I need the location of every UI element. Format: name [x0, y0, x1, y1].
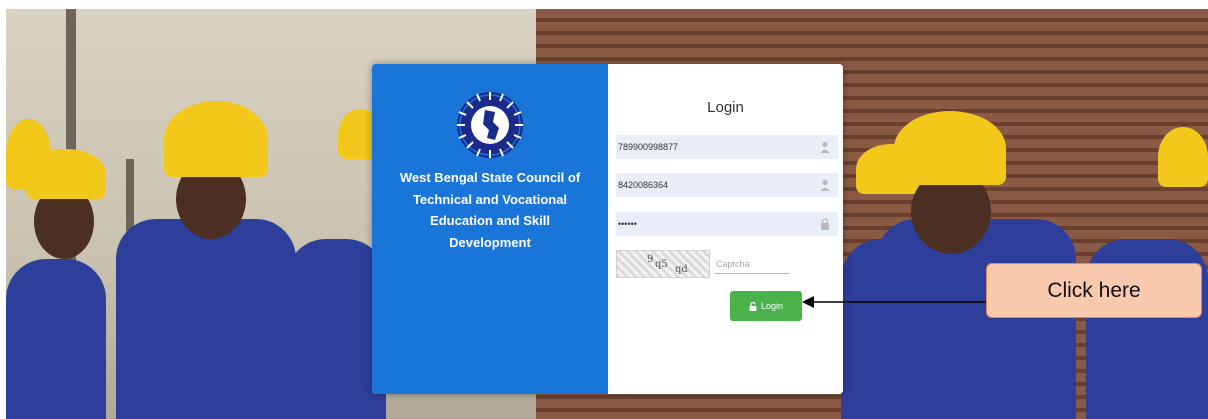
- brand-panel: West Bengal State Council of Technical a…: [372, 64, 608, 394]
- captcha-char: 9: [647, 254, 654, 265]
- background-worker: [116, 219, 296, 419]
- login-card: West Bengal State Council of Technical a…: [372, 64, 843, 394]
- login-form: Login 9 q5 qd: [608, 64, 843, 394]
- username-input[interactable]: [618, 135, 808, 159]
- password-field[interactable]: [616, 212, 838, 236]
- pointer-arrow-icon: [802, 296, 988, 308]
- background-worker: [286, 239, 386, 419]
- user-icon: [820, 179, 830, 191]
- login-button-label: Login: [760, 301, 784, 311]
- username-field[interactable]: [616, 135, 838, 159]
- login-title: Login: [707, 99, 744, 116]
- wbsctvesd-emblem-icon: [457, 92, 523, 158]
- callout-text: Click here: [1047, 278, 1141, 302]
- mobile-input[interactable]: [618, 173, 808, 197]
- background-helmet: [1158, 127, 1208, 187]
- background-helmet: [6, 119, 51, 189]
- background-helmet: [894, 111, 1006, 185]
- user-icon: [820, 141, 830, 153]
- click-here-callout: Click here: [986, 263, 1202, 318]
- captcha-char: q5: [655, 259, 668, 270]
- unlock-icon: [749, 301, 757, 311]
- organization-name: West Bengal State Council of Technical a…: [399, 170, 581, 250]
- lock-icon: [821, 218, 829, 230]
- captcha-image: 9 q5 qd: [616, 250, 710, 278]
- mobile-field[interactable]: [616, 173, 838, 197]
- background-worker: [876, 219, 1076, 419]
- password-input[interactable]: [618, 212, 808, 236]
- login-button[interactable]: Login: [730, 291, 802, 321]
- background-worker: [6, 259, 106, 419]
- background-helmet: [164, 101, 268, 177]
- captcha-input[interactable]: [714, 254, 790, 274]
- captcha-char: qd: [675, 264, 688, 275]
